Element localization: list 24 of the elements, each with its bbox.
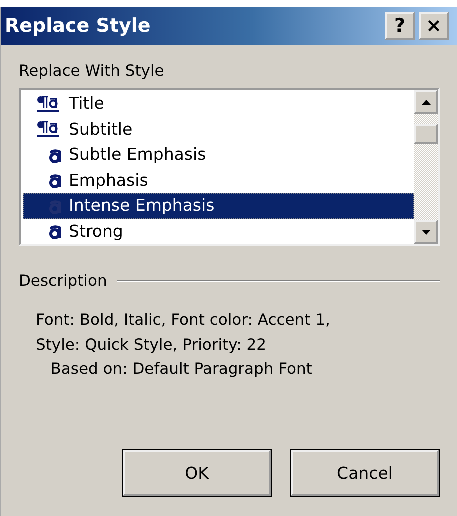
window-title: Replace Style [5,15,152,37]
paragraph-style-icon [37,94,59,114]
down-arrow-icon [422,230,430,234]
section-heading: Description [19,272,108,290]
cancel-button[interactable]: Cancel [291,450,439,496]
description-text: Style: Quick Style, Priority: 22 [36,334,268,356]
scroll-up-button[interactable] [414,90,438,114]
style-list-item[interactable]: Strong [23,218,414,244]
scroll-down-button[interactable] [414,220,438,244]
ok-button[interactable]: OK [123,450,271,496]
style-list-item[interactable]: Subtitle [23,116,414,142]
help-button[interactable]: ? [385,12,415,40]
scroll-thumb[interactable] [414,124,438,144]
style-list-item[interactable]: Subtle Emphasis [23,142,414,168]
description-text: Based on: Default Paragraph Font [50,359,314,380]
style-list-item[interactable]: Emphasis [23,168,414,193]
style-list-item[interactable]: Title [23,91,414,116]
description-text: Font: Bold, Italic, Font color: Accent 1, [36,310,332,331]
paragraph-style-icon [37,119,59,140]
list-label: Replace With Style [19,62,164,80]
close-button[interactable]: × [419,12,449,40]
up-arrow-icon [422,100,430,104]
style-list-item[interactable]: Intense Emphasis [23,193,414,218]
scrollbar[interactable] [414,90,438,244]
